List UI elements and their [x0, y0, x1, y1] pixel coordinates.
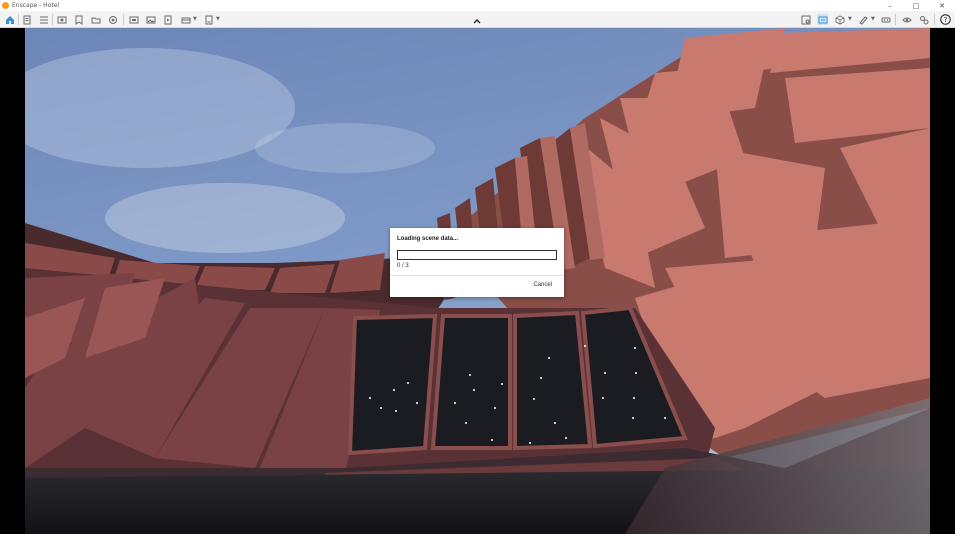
settings-circle-icon[interactable]	[107, 14, 118, 25]
toolbar-separator	[934, 14, 935, 25]
loading-progress-bar	[397, 250, 557, 260]
cube-icon[interactable]	[834, 14, 845, 25]
dialog-title: Loading scene data...	[397, 236, 459, 242]
list-icon[interactable]	[38, 14, 49, 25]
eye-icon[interactable]	[901, 14, 912, 25]
chevron-down-icon[interactable]: ▼	[848, 16, 852, 22]
dialog-divider	[390, 275, 564, 276]
help-icon[interactable]: ?	[940, 14, 951, 25]
loading-dialog: Loading scene data... 0 / 3 Cancel	[390, 228, 564, 297]
folder-icon[interactable]	[90, 14, 101, 25]
toolbar-separator	[123, 14, 124, 25]
save-view-icon[interactable]	[73, 14, 84, 25]
cancel-button[interactable]: Cancel	[533, 282, 552, 288]
close-button[interactable]: ✕	[929, 0, 955, 11]
screenshot-icon[interactable]	[128, 14, 139, 25]
asset-library-icon[interactable]	[800, 14, 811, 25]
toolbar-separator	[52, 14, 53, 25]
panorama-icon[interactable]	[180, 14, 191, 25]
enscape-window: Enscape - Hotel – □ ✕ ▼ ▼ ▼ ▼ ? Loading …	[0, 0, 955, 534]
export-icon[interactable]	[203, 14, 214, 25]
window-title: Enscape - Hotel	[12, 2, 60, 9]
chevron-down-icon[interactable]: ▼	[216, 16, 220, 22]
video-icon[interactable]	[162, 14, 173, 25]
maximize-button[interactable]: □	[903, 0, 929, 11]
vr-icon[interactable]	[880, 14, 891, 25]
enscape-logo-icon	[2, 2, 9, 9]
chevron-down-icon[interactable]: ▼	[193, 16, 197, 22]
view-icon[interactable]	[56, 14, 67, 25]
toolbar-separator	[895, 14, 896, 25]
progress-count: 0 / 3	[397, 263, 409, 269]
minimize-button[interactable]: –	[877, 0, 903, 11]
paint-icon[interactable]	[857, 14, 868, 25]
window-controls: – □ ✕	[877, 0, 955, 11]
title-bar: Enscape - Hotel – □ ✕	[0, 0, 955, 11]
sync-icon[interactable]	[817, 14, 828, 25]
home-icon[interactable]	[4, 14, 15, 25]
chevron-down-icon[interactable]: ▼	[871, 16, 875, 22]
svg-text:?: ?	[944, 16, 948, 24]
settings-icon[interactable]	[918, 14, 929, 25]
collapse-toolbar-toggle[interactable]	[471, 16, 483, 26]
image-icon[interactable]	[145, 14, 156, 25]
document-icon[interactable]	[21, 14, 32, 25]
toolbar-separator	[18, 14, 19, 25]
